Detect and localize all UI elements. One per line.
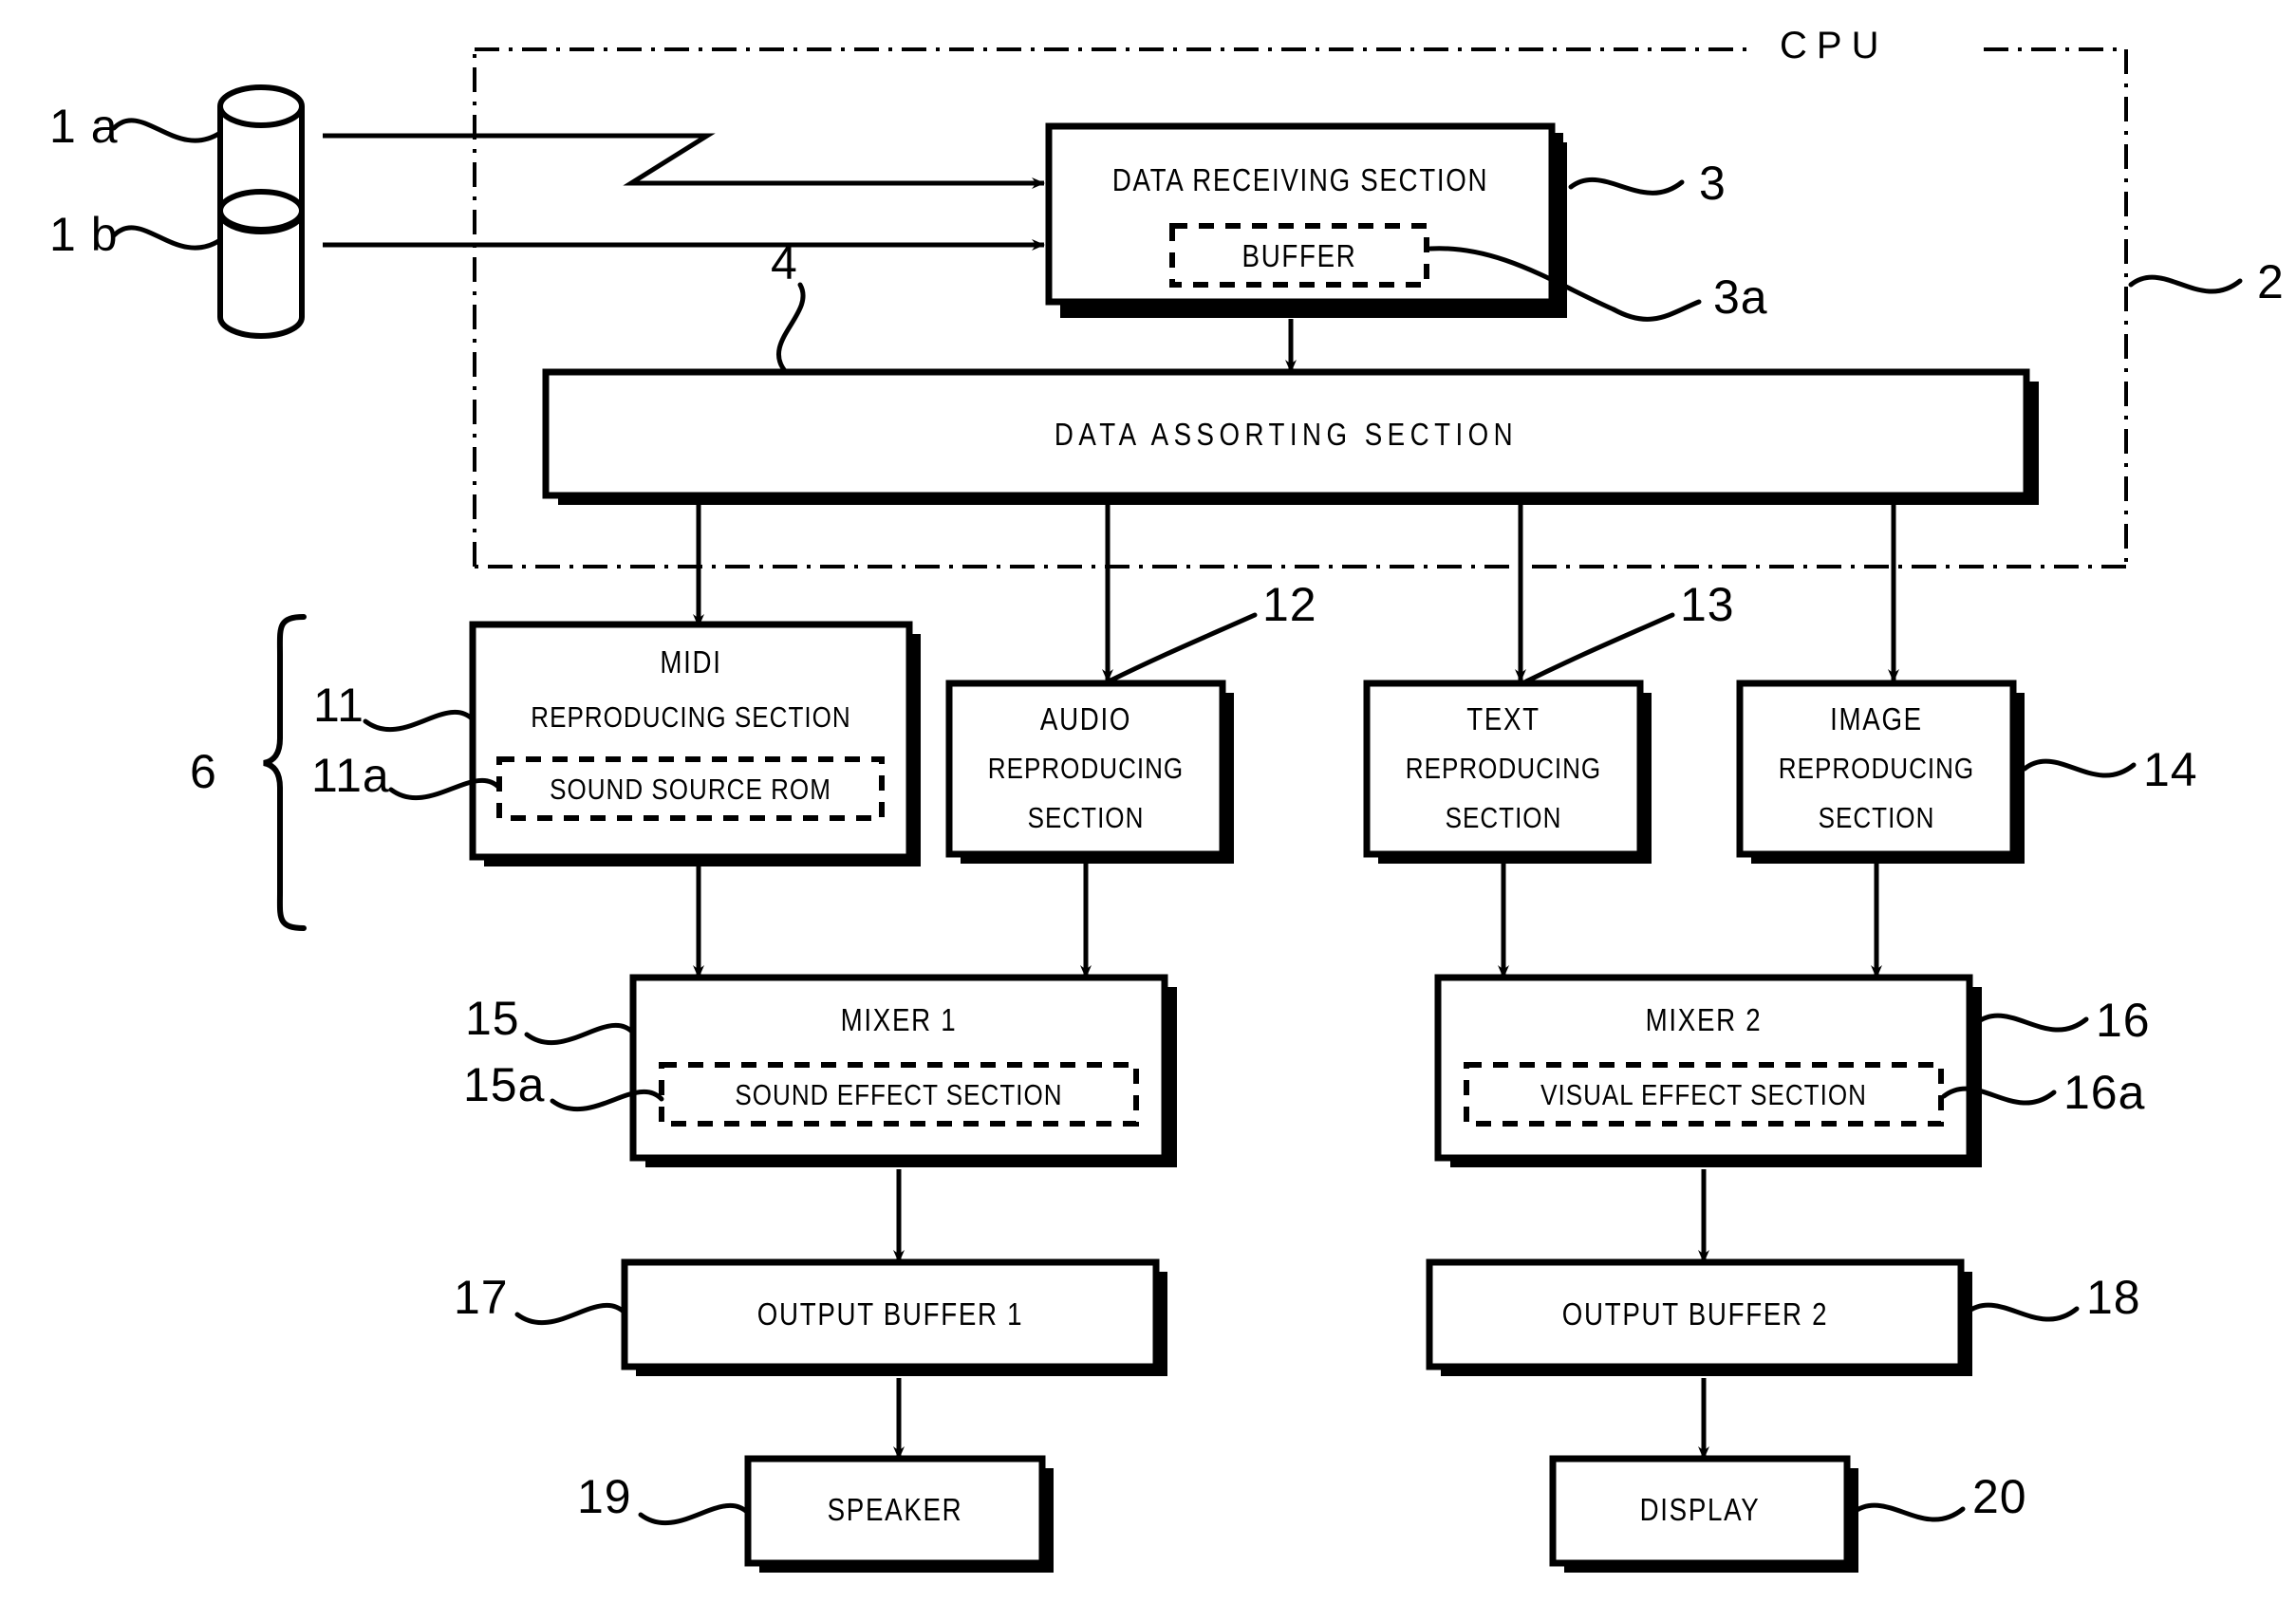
leader-2 bbox=[2128, 274, 2243, 294]
ref-label-11: 11 bbox=[313, 679, 364, 732]
leader-12 bbox=[1106, 612, 1258, 684]
ref-label-20: 20 bbox=[1972, 1470, 2027, 1523]
text-reproducing-box bbox=[1363, 680, 1652, 864]
ref-label-11a: 11a bbox=[311, 749, 390, 802]
ref-label-15a: 15a bbox=[463, 1058, 546, 1111]
ref-label-19: 19 bbox=[577, 1470, 632, 1523]
ref-label-16a: 16a bbox=[2063, 1066, 2146, 1119]
ref-label-6: 6 bbox=[190, 745, 217, 798]
ref-label-17: 17 bbox=[454, 1271, 509, 1324]
ref-label-2: 2 bbox=[2257, 255, 2285, 308]
diagram-vector-layer bbox=[111, 47, 2243, 1573]
ref-label-15: 15 bbox=[465, 992, 520, 1045]
ref-label-1b: 1 b bbox=[49, 208, 119, 261]
ref-label-14: 14 bbox=[2143, 743, 2198, 796]
leader-14 bbox=[2022, 758, 2137, 778]
ref-label-18: 18 bbox=[2086, 1271, 2141, 1324]
source-signal-lines bbox=[323, 133, 1045, 251]
ref-label-16: 16 bbox=[2096, 994, 2151, 1047]
leader-11 bbox=[363, 709, 476, 733]
leader-18 bbox=[1964, 1302, 2080, 1322]
reproducing-to-mixer-arrows bbox=[693, 864, 1882, 978]
ref-label-3a: 3a bbox=[1713, 270, 1768, 324]
outputbuffer-to-device-arrows bbox=[893, 1378, 1709, 1460]
leader-20 bbox=[1850, 1502, 1966, 1522]
midi-reproducing-box bbox=[469, 621, 921, 866]
leader-4 bbox=[776, 282, 806, 375]
audio-reproducing-box bbox=[945, 680, 1234, 864]
output-buffer1-box bbox=[621, 1258, 1167, 1376]
leader-1b bbox=[111, 225, 223, 251]
ref-label-4: 4 bbox=[771, 236, 798, 289]
leader-1a bbox=[111, 118, 223, 143]
source-cylinder-1b bbox=[217, 189, 305, 339]
display-box bbox=[1549, 1455, 1858, 1573]
data-receiving-box bbox=[1045, 122, 1567, 318]
output-buffer2-box bbox=[1426, 1258, 1972, 1376]
ref-label-13: 13 bbox=[1680, 578, 1735, 631]
ref-label-12: 12 bbox=[1262, 578, 1317, 631]
patent-figure-canvas: CPU 1 a 1 b DATA RECEIVING SECTION BUFFE… bbox=[0, 0, 2296, 1621]
mixer2-box bbox=[1434, 974, 1982, 1167]
leader-19 bbox=[638, 1502, 751, 1526]
leader-16 bbox=[1973, 1013, 2089, 1033]
cpu-label: CPU bbox=[1780, 25, 1889, 66]
data-assorting-box bbox=[542, 368, 2039, 505]
ref-label-1a: 1 a bbox=[49, 100, 119, 153]
ref-label-3: 3 bbox=[1699, 157, 1727, 210]
leader-13 bbox=[1523, 612, 1675, 684]
leader-15 bbox=[524, 1022, 636, 1046]
leader-17 bbox=[514, 1302, 627, 1326]
leader-3 bbox=[1568, 177, 1685, 196]
image-reproducing-box bbox=[1736, 680, 2025, 864]
speaker-box bbox=[744, 1455, 1054, 1573]
mixer1-box bbox=[629, 974, 1177, 1167]
mixer-to-outputbuffer-arrows bbox=[893, 1169, 1709, 1263]
group-brace-6 bbox=[263, 614, 307, 931]
